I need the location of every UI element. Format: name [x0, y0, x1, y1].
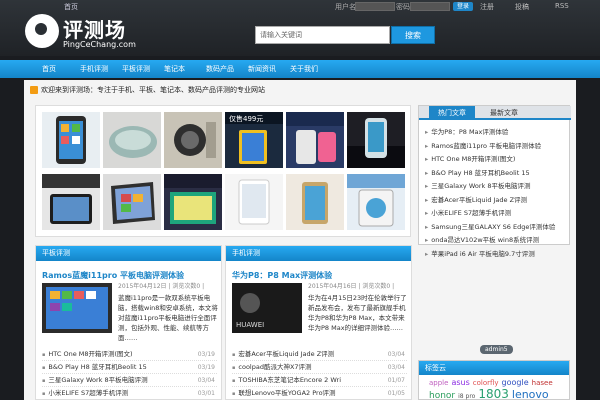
list-item[interactable]: TOSHIBA东芝笔记本Encore 2 Wri01/07	[232, 374, 407, 387]
gallery-thumb[interactable]: 仅售499元	[225, 112, 283, 168]
nav-item-phone[interactable]: 手机评测	[80, 64, 108, 74]
admin-bar: admin5	[418, 345, 570, 355]
list-item[interactable]: 联想Lenovo平板YOGA2 Pro评测01/05	[232, 387, 407, 400]
gallery-thumb[interactable]	[103, 112, 161, 168]
svg-text:HUAWEI: HUAWEI	[236, 321, 264, 329]
list-item[interactable]: 小米ELIFE S7超薄手机评测03/01	[42, 387, 217, 400]
hot-article-list: 华为P8：P8 Max评测体验 Ramos蓝魔i11pro 平板电脑评测体验 H…	[425, 126, 567, 261]
gallery-thumb[interactable]	[286, 174, 344, 230]
list-item[interactable]: 苹果iPad i6 Air 平板电脑9.7寸评测	[425, 248, 567, 262]
logo-mark-icon	[25, 14, 59, 48]
gallery-caption: 仅售499元	[229, 114, 263, 123]
list-item[interactable]: Ramos蓝魔i11pro 平板电脑评测体验	[425, 140, 567, 154]
featured-gallery: 仅售499元	[35, 105, 411, 237]
featured-article-title[interactable]: Ramos蓝魔i11pro 平板电脑评测体验	[42, 270, 184, 281]
tag-cloud-heading: 标签云	[419, 361, 569, 375]
tab-hot[interactable]: 热门文章	[429, 106, 475, 120]
tag-link[interactable]: apple	[429, 378, 448, 389]
login-button[interactable]: 登录	[453, 2, 474, 11]
tab-latest[interactable]: 最新文章	[481, 106, 527, 120]
featured-article-title[interactable]: 华为P8：P8 Max评测体验	[232, 270, 332, 281]
tag-cloud-box: 标签云 apple asus colorfly google haseehonor i8 …	[418, 360, 570, 400]
tag-link[interactable]: i8 pro	[458, 391, 475, 400]
username-field[interactable]	[355, 2, 395, 11]
gallery-thumb[interactable]	[164, 112, 222, 168]
nav-item-home[interactable]: 首页	[42, 64, 56, 74]
article-meta: 2015年04月12日 | 浏览次数0 |	[118, 283, 205, 290]
gallery-thumb[interactable]	[103, 174, 161, 230]
list-item[interactable]: Samsung三星GALAXY S6 Edge评测体验	[425, 221, 567, 235]
submit-link[interactable]: 投稿	[515, 2, 529, 12]
gallery-thumb[interactable]	[286, 112, 344, 168]
site-header: 首页 用户名 密码 登录 注册 投稿 RSS 评测场 PingCeChang.c…	[0, 0, 600, 56]
main-nav: 首页 手机评测 平板评测 笔记本 数码产品 新闻资讯 关于我们	[0, 60, 600, 78]
gallery-thumb[interactable]	[42, 112, 100, 168]
sidebox-tabs: 热门文章 最新文章	[419, 106, 571, 120]
search-button[interactable]: 搜索	[391, 26, 435, 44]
article-excerpt: 华为在4月15日23时在伦敦举行了新品发布会，发布了最新旗舰手机华为P8和华为P…	[308, 294, 407, 332]
top-home-link[interactable]: 首页	[64, 2, 78, 12]
panel-heading: 手机评测	[226, 246, 411, 261]
nav-item-about[interactable]: 关于我们	[290, 64, 318, 74]
featured-article-image[interactable]: HUAWEI	[232, 283, 302, 333]
nav-item-news[interactable]: 新闻资讯	[248, 64, 276, 74]
article-list: HTC One M8开箱评测(图文)03/19 B&O Play H8 蓝牙耳机…	[42, 348, 217, 400]
rss-link[interactable]: RSS	[555, 2, 569, 10]
password-label: 密码	[396, 3, 410, 11]
nav-item-digital[interactable]: 数码产品	[206, 64, 234, 74]
article-excerpt: 蓝魔i11pro是一款双系统平板电脑，搭载win8和安卓系统，本文将对蓝魔i11…	[118, 294, 218, 342]
list-item[interactable]: B&O Play H8 蓝牙耳机Beolit 1503/19	[42, 361, 217, 374]
tag-link[interactable]: 1803	[478, 388, 509, 400]
tag-link[interactable]: asus	[451, 377, 469, 388]
tag-cloud: apple asus colorfly google haseehonor i8 pro 1…	[429, 377, 569, 400]
search-bar: 请输入关键词 搜索	[255, 26, 435, 44]
gallery-thumb[interactable]	[347, 112, 405, 168]
site-logo[interactable]: 评测场 PingCeChang.com	[25, 14, 145, 52]
list-item[interactable]: HTC One M8开箱评测(图文)	[425, 153, 567, 167]
featured-article-image[interactable]	[42, 283, 112, 333]
list-item[interactable]: 宏碁Acer平板Liquid Jade Z评测03/04	[232, 348, 407, 361]
list-item[interactable]: 三星Galaxy Work 8平板电脑评测	[425, 180, 567, 194]
list-item[interactable]: onda昂达V102w平板 win8系统评测	[425, 234, 567, 248]
logo-text-en: PingCeChang.com	[63, 40, 136, 49]
speaker-icon	[30, 86, 38, 94]
gallery-thumb[interactable]	[347, 174, 405, 230]
tag-link[interactable]: lenovo	[512, 389, 549, 400]
top-bar: 首页 用户名 密码 登录 注册 投稿 RSS	[0, 0, 600, 14]
hot-articles-box: 热门文章 最新文章 华为P8：P8 Max评测体验 Ramos蓝魔i11pro …	[418, 105, 571, 258]
nav-item-tablet[interactable]: 平板评测	[122, 64, 150, 74]
panel-heading: 平板评测	[36, 246, 221, 261]
tablet-review-panel: 平板评测 Ramos蓝魔i11pro 平板电脑评测体验 2015年04月12日 …	[35, 245, 222, 400]
username-label: 用户名	[335, 3, 356, 11]
gallery-thumb[interactable]	[164, 174, 222, 230]
list-item[interactable]: 三星Galaxy Work 8平板电脑评测03/04	[42, 374, 217, 387]
gallery-thumb[interactable]	[225, 174, 283, 230]
gallery-thumb[interactable]	[42, 174, 100, 230]
notice-text: 欢迎来到评测场：专注于手机、平板、笔记本、数码产品评测的专业网站	[41, 86, 265, 94]
phone-review-panel: 手机评测 华为P8：P8 Max评测体验 HUAWEI 2015年04月16日 …	[225, 245, 412, 400]
list-item[interactable]: 华为P8：P8 Max评测体验	[425, 126, 567, 140]
search-input[interactable]: 请输入关键词	[255, 26, 390, 44]
list-item[interactable]: coolpad酷派大神X7评测03/04	[232, 361, 407, 374]
list-item[interactable]: 小米ELIFE S7超薄手机评测	[425, 207, 567, 221]
list-item[interactable]: B&O Play H8 蓝牙耳机Beolit 15	[425, 167, 567, 181]
list-item[interactable]: 宏碁Acer平板Liquid Jade Z评测	[425, 194, 567, 208]
logo-text-cn: 评测场	[63, 18, 126, 42]
article-meta: 2015年04月16日 | 浏览次数0 |	[308, 283, 395, 290]
notice-bar: 欢迎来到评测场：专注于手机、平板、笔记本、数码产品评测的专业网站	[30, 83, 570, 97]
article-list: 宏碁Acer平板Liquid Jade Z评测03/04 coolpad酷派大神…	[232, 348, 407, 400]
tag-link[interactable]: honor	[429, 391, 455, 400]
list-item[interactable]: HTC One M8开箱评测(图文)03/19	[42, 348, 217, 361]
admin-badge[interactable]: admin5	[480, 345, 513, 354]
password-field[interactable]	[410, 2, 450, 11]
nav-item-laptop[interactable]: 笔记本	[164, 64, 185, 74]
register-link[interactable]: 注册	[480, 2, 494, 12]
